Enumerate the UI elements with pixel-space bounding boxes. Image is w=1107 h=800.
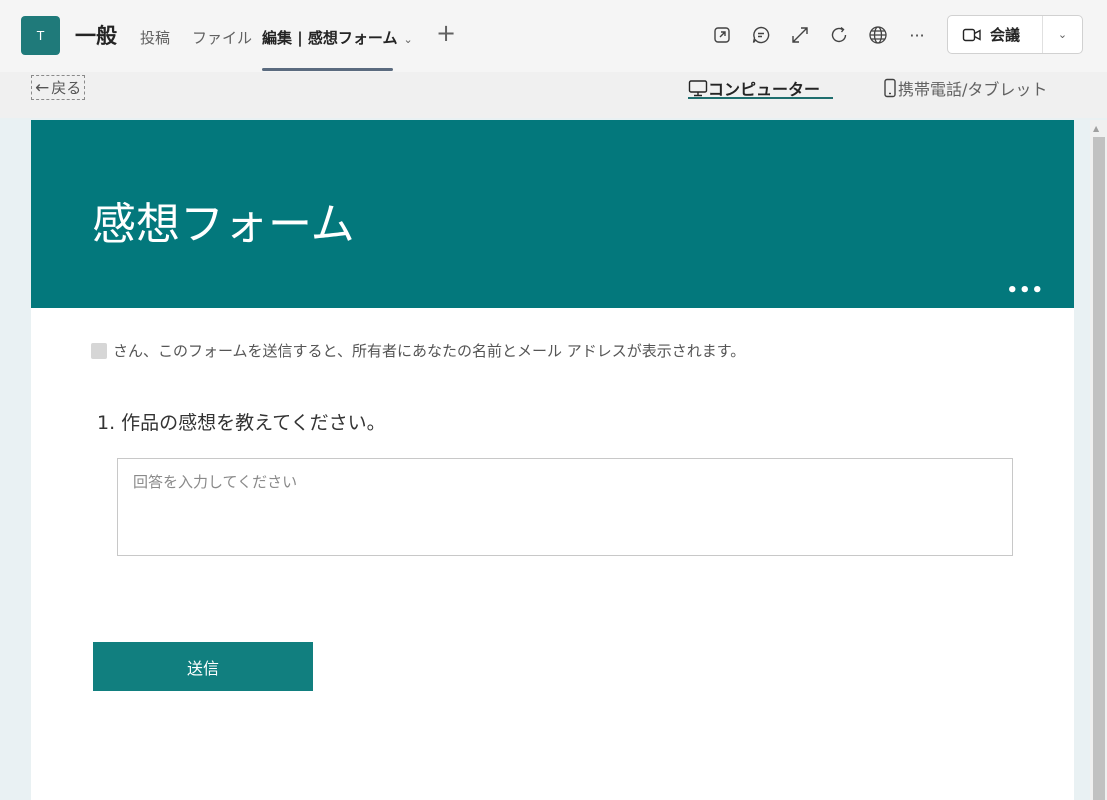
phone-icon [884,78,896,98]
globe-icon[interactable] [867,24,889,46]
video-icon [962,28,981,41]
meet-dropdown-button[interactable]: ⌄ [1043,28,1082,41]
device-tab-indicator [688,97,833,99]
form-more-button[interactable]: ••• [1006,280,1044,301]
form-title: 感想フォーム [92,199,355,250]
refresh-icon[interactable] [828,24,850,46]
tab-edit-form[interactable]: 編集 | 感想フォーム ⌄ [262,27,413,48]
monitor-icon [688,80,708,97]
respondent-notice: さん、このフォームを送信すると、所有者にあなたの名前とメール アドレスが表示され… [91,340,745,361]
meet-label: 会議 [990,26,1021,44]
question-title: 1. 作品の感想を教えてください。 [97,412,386,434]
team-avatar[interactable]: T [21,16,60,55]
scrollbar-thumb[interactable] [1093,137,1105,800]
tab-posts[interactable]: 投稿 [140,27,170,48]
scroll-up-arrow-icon[interactable]: ▲ [1093,124,1099,133]
back-button[interactable]: ← 戻る [31,75,86,100]
add-tab-button[interactable]: + [436,21,456,45]
meet-now-button[interactable]: 会議 [948,16,1043,53]
more-icon[interactable]: ··· [906,24,928,46]
chevron-down-icon: ⌄ [403,33,413,46]
blurred-user-name [91,342,107,359]
form-preview-toolbar: ← 戻る コンピューター 携帯電話/タブレット [0,72,1107,118]
popout-icon[interactable] [711,24,733,46]
tab-edit-form-label: 編集 | 感想フォーム [262,29,398,47]
answer-input[interactable] [117,458,1013,556]
form-card: 感想フォーム ••• さん、このフォームを送信すると、所有者にあなたの名前とメー… [31,120,1074,800]
arrow-left-icon: ← [35,77,50,98]
tab-mobile[interactable]: 携帯電話/タブレット [882,76,1047,100]
submit-button[interactable]: 送信 [93,642,313,691]
tab-mobile-label: 携帯電話/タブレット [898,80,1048,99]
active-tab-indicator [262,68,393,71]
expand-icon[interactable] [789,24,811,46]
meet-button[interactable]: 会議 ⌄ [947,15,1083,54]
form-header-banner: 感想フォーム ••• [31,120,1074,308]
teams-header: T 一般 投稿 ファイル 編集 | 感想フォーム ⌄ + ··· 会議 ⌄ [0,0,1107,72]
chevron-down-icon: ⌄ [1057,28,1068,41]
chat-icon[interactable] [750,24,772,46]
back-label: 戻る [51,79,82,97]
channel-title: 一般 [75,24,117,48]
tab-files[interactable]: ファイル [192,27,252,48]
notice-text: さん、このフォームを送信すると、所有者にあなたの名前とメール アドレスが表示され… [113,342,746,360]
